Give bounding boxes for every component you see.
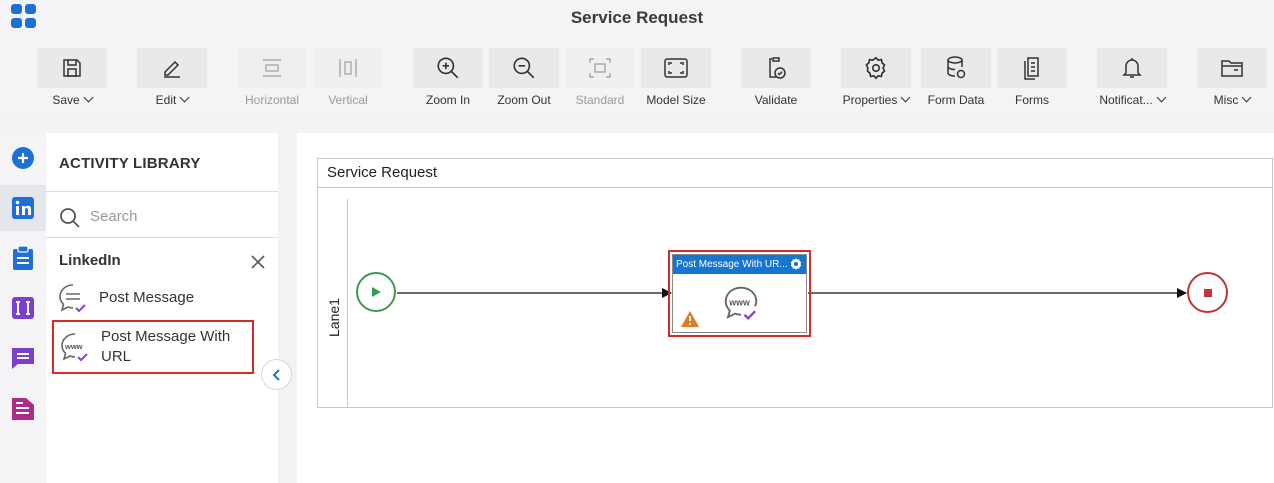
- zoom-in-icon: [437, 57, 459, 79]
- vertical-label: Vertical: [328, 93, 368, 107]
- database-icon: [947, 56, 966, 79]
- left-rail: [0, 133, 46, 483]
- gear-icon: [865, 56, 886, 80]
- chevron-down-icon: [83, 92, 94, 103]
- vertical-button[interactable]: Vertical: [313, 48, 383, 114]
- validate-icon: [769, 57, 786, 79]
- chevron-down-icon: [1241, 92, 1252, 103]
- divider: [46, 237, 278, 238]
- edit-label: Edit: [155, 93, 177, 107]
- horizontal-button[interactable]: Horizontal: [237, 48, 307, 114]
- chevron-left-icon: [272, 368, 280, 381]
- chat-www-icon: www: [61, 333, 88, 362]
- standard-button[interactable]: Standard: [565, 48, 635, 114]
- search-input[interactable]: [90, 205, 270, 227]
- pool-header: Service Request: [318, 159, 1272, 188]
- chat-message-icon: [59, 284, 86, 313]
- gear-icon[interactable]: [789, 257, 803, 271]
- horizontal-layout-icon: [263, 59, 281, 77]
- zoom-in-label: Zoom In: [425, 93, 470, 107]
- rail-text[interactable]: [0, 285, 46, 331]
- save-button[interactable]: Save: [37, 48, 107, 114]
- list-item-label: Post Message: [99, 289, 195, 306]
- text-icon: [12, 297, 34, 319]
- activity-task[interactable]: Post Message With UR... www: [672, 254, 807, 333]
- chat-icon: [12, 348, 34, 369]
- standard-label: Standard: [575, 93, 625, 107]
- list-item-label: Post Message With URL: [101, 328, 231, 365]
- notifications-label: Notificat...: [1099, 93, 1153, 107]
- zoom-out-label: Zoom Out: [497, 93, 551, 107]
- task-header: Post Message With UR...: [673, 255, 806, 274]
- clipboard-icon: [13, 245, 33, 270]
- toolbar: Save Edit Horizontal Vertical Zoom In Zo…: [0, 38, 1274, 114]
- lane-label: Lane1: [326, 298, 342, 337]
- task-title: Post Message With UR...: [676, 259, 788, 270]
- search-icon: [60, 208, 80, 228]
- save-label: Save: [52, 93, 80, 107]
- start-event[interactable]: [356, 272, 396, 312]
- validate-label: Validate: [754, 93, 798, 107]
- list-item-selected[interactable]: www Post Message With URL: [52, 320, 254, 374]
- form-data-button[interactable]: Form Data: [921, 48, 991, 114]
- misc-button[interactable]: Misc: [1197, 48, 1267, 114]
- category-label: LinkedIn: [59, 252, 121, 269]
- chevron-down-icon: [1156, 92, 1167, 103]
- edit-button[interactable]: Edit: [137, 48, 207, 114]
- pool-title: Service Request: [327, 164, 438, 181]
- chevron-down-icon: [179, 92, 190, 103]
- misc-label: Misc: [1213, 93, 1239, 107]
- document-icon: [12, 398, 34, 420]
- list-item[interactable]: Post Message: [52, 280, 254, 316]
- model-size-button[interactable]: Model Size: [641, 48, 711, 114]
- warning-icon[interactable]: [680, 310, 700, 328]
- rail-linkedin[interactable]: [0, 185, 46, 231]
- forms-icon: [1024, 57, 1039, 80]
- form-data-label: Form Data: [927, 93, 985, 107]
- notifications-button[interactable]: Notificat...: [1097, 48, 1167, 114]
- chat-www-icon: www: [724, 286, 758, 320]
- stop-icon: [1203, 288, 1212, 297]
- horizontal-label: Horizontal: [244, 93, 300, 107]
- zoom-in-button[interactable]: Zoom In: [413, 48, 483, 114]
- lane-header[interactable]: Lane1: [318, 199, 348, 408]
- standard-size-icon: [589, 58, 611, 78]
- svg-text:www: www: [728, 297, 750, 307]
- rail-add[interactable]: [0, 135, 46, 181]
- page-title: Service Request: [570, 8, 704, 27]
- chevron-down-icon: [900, 92, 911, 103]
- rail-tasks[interactable]: [0, 235, 46, 281]
- pencil-icon: [164, 60, 180, 78]
- folder-icon: [1221, 60, 1243, 77]
- activity-library: ACTIVITY LIBRARY LinkedIn Post Message w…: [46, 133, 278, 483]
- bell-icon: [1122, 58, 1142, 78]
- zoom-out-icon: [513, 57, 535, 79]
- vertical-layout-icon: [339, 59, 357, 77]
- zoom-out-button[interactable]: Zoom Out: [489, 48, 559, 114]
- play-icon: [372, 287, 381, 297]
- validate-button[interactable]: Validate: [741, 48, 811, 114]
- close-icon[interactable]: [250, 254, 266, 270]
- end-event[interactable]: [1187, 272, 1228, 313]
- properties-label: Properties: [842, 93, 898, 107]
- properties-button[interactable]: Properties: [841, 48, 911, 114]
- save-icon: [63, 59, 81, 77]
- library-title: ACTIVITY LIBRARY: [59, 155, 201, 172]
- title-bar: Service Request: [0, 0, 1274, 38]
- fit-screen-icon: [664, 58, 688, 78]
- rail-chat[interactable]: [0, 335, 46, 381]
- plus-circle-icon: [12, 147, 34, 169]
- model-size-label: Model Size: [646, 93, 706, 107]
- forms-button[interactable]: Forms: [997, 48, 1067, 114]
- forms-label: Forms: [1015, 93, 1049, 107]
- divider: [46, 191, 278, 192]
- linkedin-icon: [12, 197, 34, 219]
- collapse-panel-button[interactable]: [261, 359, 292, 390]
- rail-documents[interactable]: [0, 385, 46, 431]
- svg-text:www: www: [64, 342, 83, 351]
